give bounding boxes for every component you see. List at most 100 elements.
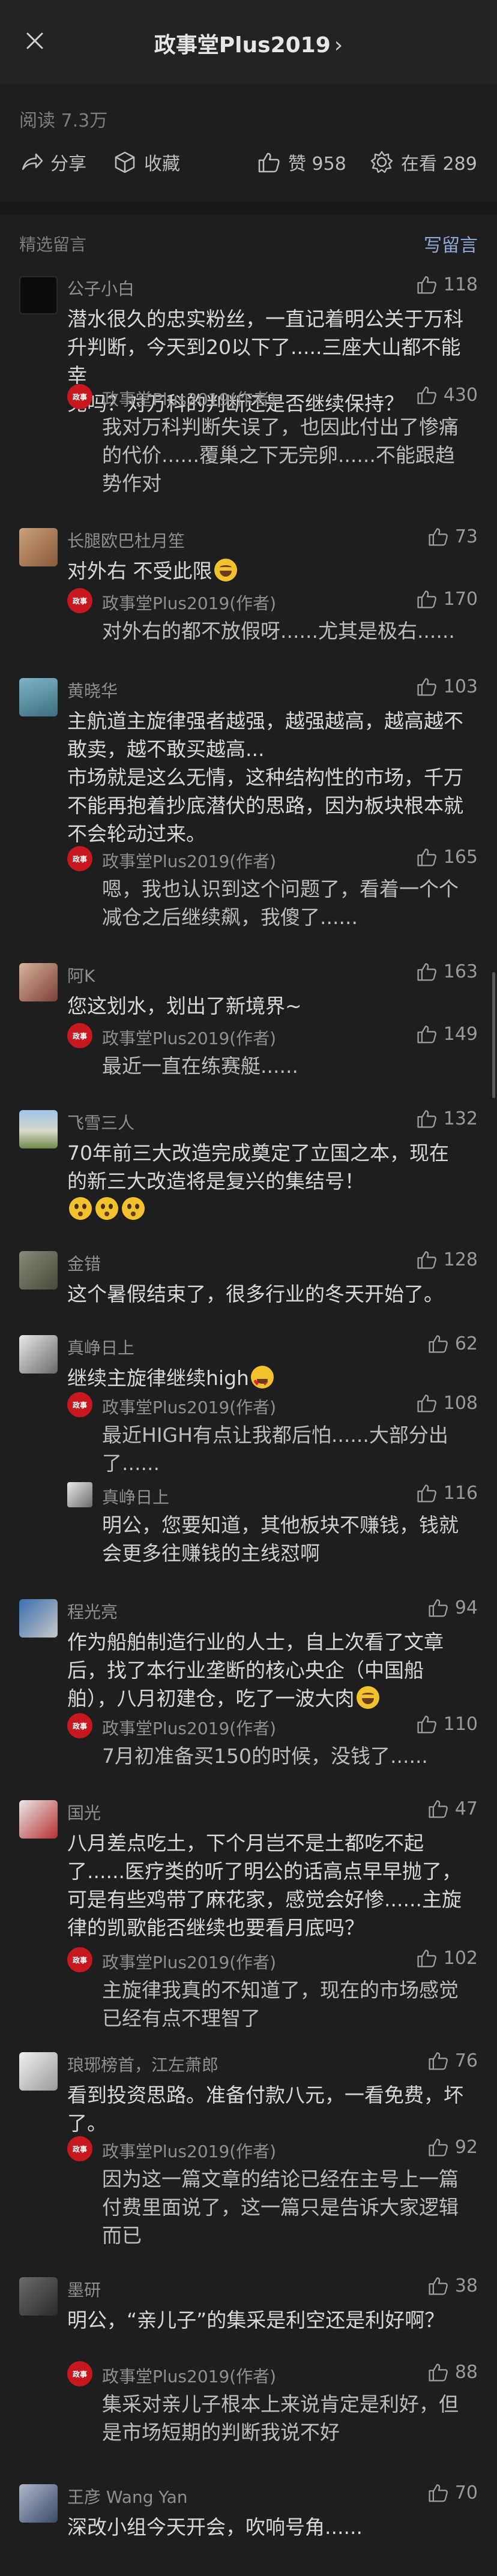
comment-like-button[interactable]: 47 xyxy=(427,1798,478,1819)
reply-like-button[interactable]: 170 xyxy=(416,588,478,610)
commenter-name: 琅琊榜首，江左萧郎 xyxy=(67,2055,219,2075)
comment-like-button[interactable]: 73 xyxy=(427,526,478,547)
commenter-name: 公子小白 xyxy=(67,279,135,299)
like-count: 163 xyxy=(443,961,478,982)
reply-text-line: 是市场短期的判断我说不好 xyxy=(102,2421,340,2444)
comment-like-button[interactable]: 38 xyxy=(427,2275,478,2296)
comment-text-line: 主航道主旋律强者越强，越强越高，越高越不 xyxy=(67,709,463,733)
comments-header: 精选留言 写留言 xyxy=(0,228,497,258)
author-avatar[interactable]: 政事 xyxy=(67,588,92,613)
share-button[interactable]: 分享 xyxy=(19,144,86,180)
commenter-name: 黄晓华 xyxy=(67,681,118,701)
author-avatar[interactable]: 政事 xyxy=(67,1392,92,1417)
thumb-up-icon xyxy=(417,1251,436,1269)
watching-label: 在看 289 xyxy=(401,154,477,175)
page-title[interactable]: 政事堂Plus2019 › xyxy=(0,28,497,59)
thumb-up-icon xyxy=(429,528,448,546)
author-name: 政事堂Plus2019(作者) xyxy=(102,2142,277,2161)
comment-like-button[interactable]: 103 xyxy=(416,676,478,697)
thumb-up-icon xyxy=(429,2364,448,2382)
comment-text: 八月差点吃土，下个月岂不是土都吃不起 了......医疗类的听了明公的话高点早早抛… xyxy=(67,1829,475,1942)
avatar[interactable] xyxy=(19,678,58,716)
reply-text-line: 因为这一篇文章的结论已经在主号上一篇 xyxy=(102,2167,459,2191)
commenter-name: 墨研 xyxy=(67,2280,101,2300)
reply-like-button[interactable]: 108 xyxy=(416,1392,478,1414)
commenter-name: 长腿欧巴杜月笙 xyxy=(67,531,185,551)
like-count: 116 xyxy=(443,1482,478,1504)
avatar[interactable] xyxy=(19,1335,58,1374)
like-count: 149 xyxy=(443,1023,478,1045)
thumb-up-icon xyxy=(429,2139,448,2157)
watching-button[interactable]: 在看 289 xyxy=(370,144,477,180)
comment-text-line: 了......医疗类的听了明公的话高点早早抛了， xyxy=(67,1860,462,1883)
avatar[interactable] xyxy=(19,1251,58,1290)
favorite-button[interactable]: 收藏 xyxy=(113,144,180,180)
author-avatar[interactable]: 政事 xyxy=(67,1713,92,1738)
comment-like-button[interactable]: 132 xyxy=(416,1108,478,1129)
author-avatar[interactable]: 政事 xyxy=(67,2136,92,2161)
comment-like-button[interactable]: 128 xyxy=(416,1249,478,1270)
comment-text-line: 敢卖，越不敢买越高... xyxy=(67,737,265,761)
comment-text-line: 后，找了本行业垄断的核心央企（中国船 xyxy=(67,1659,424,1682)
reply-like-button[interactable]: 92 xyxy=(427,2136,478,2158)
comment-like-button[interactable]: 94 xyxy=(427,1597,478,1618)
reply-like-button[interactable]: 430 xyxy=(416,384,478,406)
avatar[interactable] xyxy=(19,2052,58,2091)
like-count: 430 xyxy=(443,384,478,406)
comment-text: 您这划水，划出了新境界~ xyxy=(67,992,475,1020)
thumb-up-icon xyxy=(417,1395,436,1413)
reply-like-button[interactable]: 110 xyxy=(416,1713,478,1735)
author-avatar[interactable]: 政事 xyxy=(67,2361,92,2386)
avatar[interactable] xyxy=(19,1110,58,1148)
thumb-up-icon xyxy=(258,152,280,173)
avatar[interactable] xyxy=(19,2277,58,2316)
reply-like-button[interactable]: 165 xyxy=(416,846,478,868)
thumb-up-icon xyxy=(429,2277,448,2295)
avatar[interactable] xyxy=(19,528,58,566)
comment-text-line: 这个暑假结束了，很多行业的冬天开始了。 xyxy=(67,1282,444,1306)
commenter-name: 飞雪三人 xyxy=(67,1113,135,1133)
thumb-up-icon xyxy=(417,1716,436,1734)
top-bar: 政事堂Plus2019 › xyxy=(0,0,497,84)
scrollbar[interactable] xyxy=(492,972,495,1098)
comment-like-button[interactable]: 118 xyxy=(416,274,478,295)
avatar[interactable] xyxy=(67,1482,92,1507)
comment-like-button[interactable]: 163 xyxy=(416,961,478,982)
avatar[interactable] xyxy=(19,276,58,314)
comment-text-line: 作为船舶制造行业的人士，自上次看了文章 xyxy=(67,1630,444,1654)
like-count: 47 xyxy=(454,1798,478,1819)
reply-like-button[interactable]: 149 xyxy=(416,1023,478,1045)
reply-text-line: 而已 xyxy=(102,2224,142,2247)
thumb-up-icon xyxy=(429,2484,448,2502)
reply-like-button[interactable]: 102 xyxy=(416,1947,478,1969)
read-count: 阅读 7.3万 xyxy=(19,110,108,131)
thumb-up-icon xyxy=(429,2052,448,2070)
like-count: 62 xyxy=(454,1333,478,1354)
author-name: 政事堂Plus2019(作者) xyxy=(102,1398,277,1417)
avatar[interactable] xyxy=(19,1599,58,1638)
reply-text-line: 明公，您要知道，其他板块不赚钱，钱就 xyxy=(102,1513,459,1537)
comment-text-line: 可是有些鸡带了麻花家，感觉会好惨......主旋 xyxy=(67,1888,462,1911)
author-avatar[interactable]: 政事 xyxy=(67,846,92,871)
comment-like-button[interactable]: 62 xyxy=(427,1333,478,1354)
avatar[interactable] xyxy=(19,1800,58,1839)
comment-text-line: 不能再抱着抄底潜伏的思路，因为板块根本就 xyxy=(67,794,463,817)
author-name: 政事堂Plus2019(作者) xyxy=(102,1719,277,1738)
author-avatar[interactable]: 政事 xyxy=(67,1947,92,1972)
author-avatar[interactable]: 政事 xyxy=(67,1023,92,1048)
avatar[interactable] xyxy=(19,963,58,1001)
reply-like-button[interactable]: 116 xyxy=(416,1482,478,1504)
comment-like-button[interactable]: 70 xyxy=(427,2482,478,2503)
reply-text-line: 对外右的都不放假呀......尤其是极右...... xyxy=(102,619,455,643)
like-article-button[interactable]: 赞 958 xyxy=(257,144,346,180)
reply-text-line: 嗯，我也认识到这个问题了，看着一个个 xyxy=(102,877,459,901)
avatar[interactable] xyxy=(19,2484,58,2523)
reply-like-button[interactable]: 88 xyxy=(427,2361,478,2383)
like-count: 132 xyxy=(443,1108,478,1129)
write-comment-link[interactable]: 写留言 xyxy=(424,230,478,257)
commenter-name: 真峥日上 xyxy=(67,1338,135,1358)
like-count: 165 xyxy=(443,846,478,868)
author-avatar[interactable]: 政事 xyxy=(67,384,92,409)
comment-like-button[interactable]: 76 xyxy=(427,2050,478,2071)
author-name: 政事堂Plus2019(作者) xyxy=(102,389,277,409)
